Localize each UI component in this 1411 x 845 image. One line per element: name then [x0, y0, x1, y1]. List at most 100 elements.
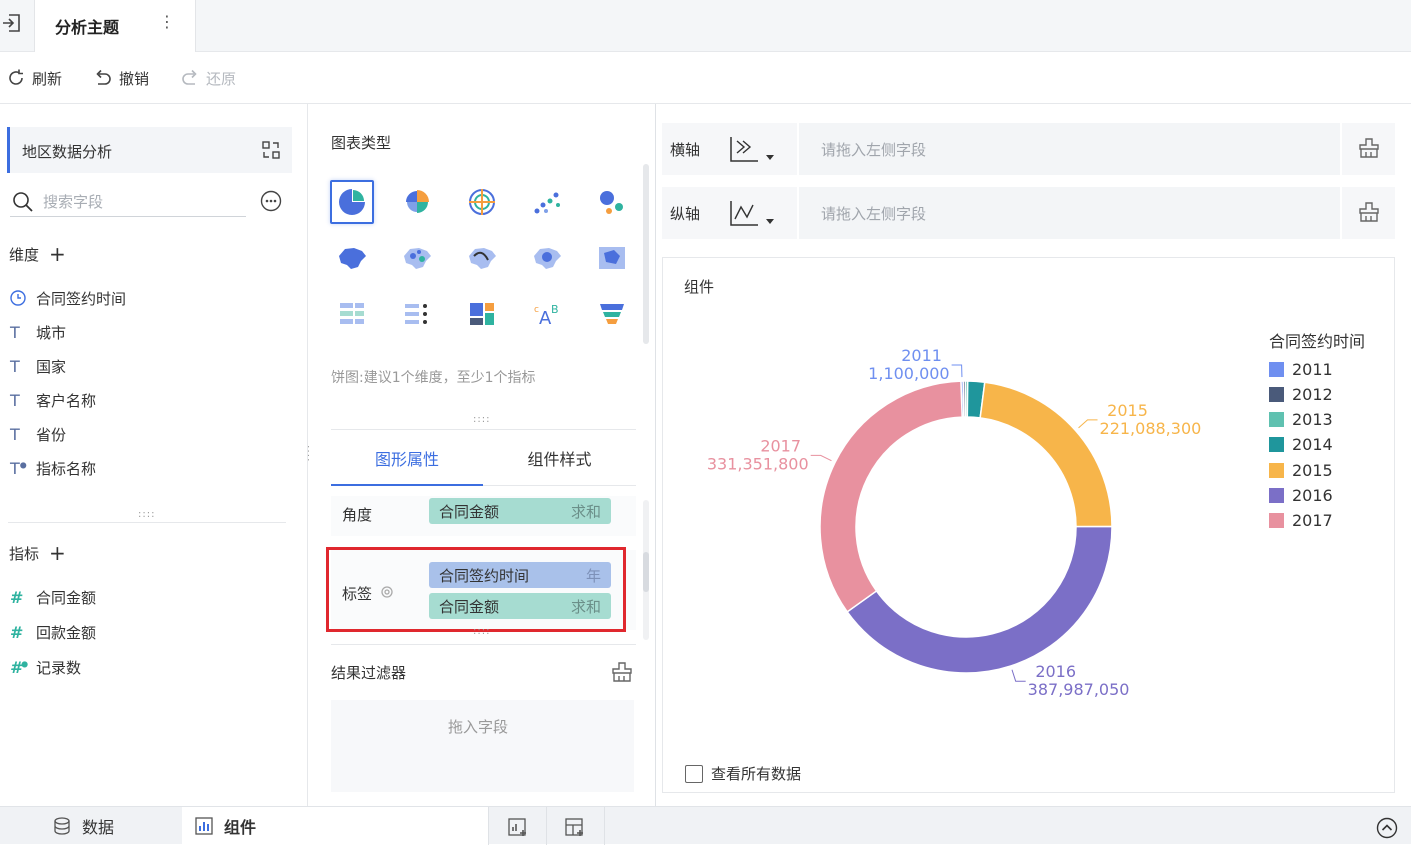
funnel-chart-icon[interactable]: [590, 292, 634, 336]
more-icon[interactable]: ⋮: [159, 12, 175, 31]
undo-button[interactable]: 撤销: [93, 66, 149, 90]
pie-slice[interactable]: [819, 380, 963, 613]
angle-label: 角度: [342, 506, 373, 524]
area-map-icon[interactable]: [590, 236, 634, 280]
clear-icon[interactable]: [1358, 137, 1380, 159]
field-item[interactable]: T 省份: [10, 422, 66, 446]
panel-divider: [655, 104, 656, 806]
legend-label: 2016: [1292, 486, 1333, 505]
tab-component-style[interactable]: 组件样式: [483, 446, 636, 486]
field-label: 客户名称: [36, 391, 97, 410]
x-axis-type-icon[interactable]: [728, 135, 778, 165]
legend-item[interactable]: 2016: [1269, 486, 1333, 506]
point-map-icon[interactable]: [395, 236, 439, 280]
legend-label: 2012: [1292, 384, 1333, 404]
add-measure-icon[interactable]: +: [49, 541, 66, 565]
dimensions-title: 维度: [9, 245, 40, 264]
props-scrollbar[interactable]: [643, 500, 649, 640]
switch-dataset-icon[interactable]: [261, 140, 281, 160]
collapse-up-icon[interactable]: [1376, 817, 1398, 839]
add-component-icon[interactable]: [507, 816, 529, 838]
field-item[interactable]: # 合同金额: [10, 585, 96, 609]
pie-slice[interactable]: [979, 381, 1113, 528]
exit-icon[interactable]: [2, 12, 22, 34]
number-icon: #: [10, 587, 24, 607]
redo-label: 还原: [206, 69, 237, 88]
toolbar: 刷新 撤销 还原: [0, 52, 1411, 104]
legend-item[interactable]: 2013: [1269, 410, 1333, 430]
bubble-chart-icon[interactable]: [590, 180, 634, 224]
rose-chart-icon[interactable]: [395, 180, 439, 224]
y-axis-type-icon[interactable]: [728, 199, 778, 229]
radar-chart-icon[interactable]: [460, 180, 504, 224]
field-label: 城市: [36, 323, 67, 342]
refresh-icon: [9, 69, 23, 85]
slice-label-category: 2017: [760, 436, 801, 455]
y-axis-drop-zone[interactable]: 请拖入左侧字段: [797, 187, 1342, 239]
clock-icon: [10, 290, 26, 306]
field-item[interactable]: # 回款金额: [10, 620, 96, 644]
tab-component[interactable]: 组件: [182, 807, 488, 845]
measures-title: 指标: [9, 544, 40, 563]
resize-grip[interactable]: ::::: [473, 626, 490, 637]
dataset-name: 地区数据分析: [22, 143, 113, 161]
legend-swatch: [1269, 412, 1284, 428]
resize-grip[interactable]: ::::: [473, 414, 490, 425]
legend-item[interactable]: 2015: [1269, 460, 1333, 480]
field-panel: 地区数据分析 搜索字段 维度 + 合同签约时间 T 城市 T 国家 T 客户名称: [0, 104, 308, 806]
field-item[interactable]: T 客户名称: [10, 388, 96, 412]
legend-item[interactable]: 2011: [1269, 359, 1333, 379]
legend-item[interactable]: 2014: [1269, 435, 1333, 455]
search-input[interactable]: 搜索字段: [43, 191, 103, 212]
clear-icon[interactable]: [611, 661, 633, 683]
field-item[interactable]: 合同签约时间: [10, 286, 126, 310]
y-axis-label: 纵轴: [670, 205, 701, 223]
redo-button[interactable]: 还原: [180, 66, 236, 90]
text-type-calc-icon: T●: [10, 458, 27, 478]
highlight-box: [326, 547, 626, 632]
dataset-selector[interactable]: 地区数据分析: [7, 127, 292, 173]
scatter-chart-icon[interactable]: [525, 180, 569, 224]
clear-icon[interactable]: [1358, 201, 1380, 223]
field-search[interactable]: 搜索字段: [10, 185, 246, 217]
resize-grip[interactable]: ::::: [138, 509, 155, 520]
add-dimension-icon[interactable]: +: [49, 242, 66, 266]
legend-item[interactable]: 2017: [1269, 511, 1333, 531]
field-item[interactable]: T● 指标名称: [10, 456, 96, 480]
treemap-icon[interactable]: [460, 292, 504, 336]
view-all-checkbox[interactable]: [685, 764, 703, 783]
field-item[interactable]: #● 记录数: [10, 655, 81, 679]
legend-item[interactable]: 2012: [1269, 384, 1333, 404]
section-divider: [331, 429, 636, 430]
field-item[interactable]: T 国家: [10, 354, 66, 378]
chart-config-panel: 图表类型 cAB 饼图:建议1个维度，至少1个指标:::: 图形属性 组件样式…: [309, 104, 655, 806]
region-map-icon[interactable]: [330, 236, 374, 280]
svg-text:B: B: [551, 303, 559, 316]
refresh-button[interactable]: 刷新: [6, 66, 62, 90]
angle-field-pill[interactable]: 合同金额 求和: [429, 498, 611, 524]
topic-tab[interactable]: 分析主题 ⋮: [34, 0, 196, 52]
y-axis-row: 纵轴 请拖入左侧字段: [662, 187, 1395, 239]
view-all-label: 查看所有数据: [711, 765, 802, 783]
pie-chart-icon[interactable]: [330, 180, 374, 224]
view-all-data-toggle[interactable]: 查看所有数据: [685, 763, 801, 784]
field-item[interactable]: T 城市: [10, 320, 66, 344]
x-axis-drop-zone[interactable]: 请拖入左侧字段: [797, 123, 1342, 175]
heat-map-icon[interactable]: [525, 236, 569, 280]
detail-table-icon[interactable]: [395, 292, 439, 336]
table-icon[interactable]: [330, 292, 374, 336]
pie-slice[interactable]: [846, 525, 1113, 674]
legend-label: 2015: [1292, 460, 1333, 480]
flow-map-icon[interactable]: [460, 236, 504, 280]
pill-aggregation: 求和: [570, 502, 601, 521]
filter-drop-label: 拖入字段: [448, 718, 509, 736]
tab-graph-props[interactable]: 图形属性: [331, 446, 483, 486]
add-dashboard-icon[interactable]: [564, 816, 586, 838]
field-label: 省份: [36, 425, 67, 444]
filter-drop-zone[interactable]: 拖入字段: [331, 700, 634, 792]
refresh-label: 刷新: [32, 69, 63, 88]
tab-data[interactable]: 数据: [32, 807, 182, 845]
chart-type-scrollbar[interactable]: [643, 164, 649, 344]
more-options-icon[interactable]: [260, 190, 282, 212]
word-cloud-icon[interactable]: cAB: [525, 292, 569, 336]
